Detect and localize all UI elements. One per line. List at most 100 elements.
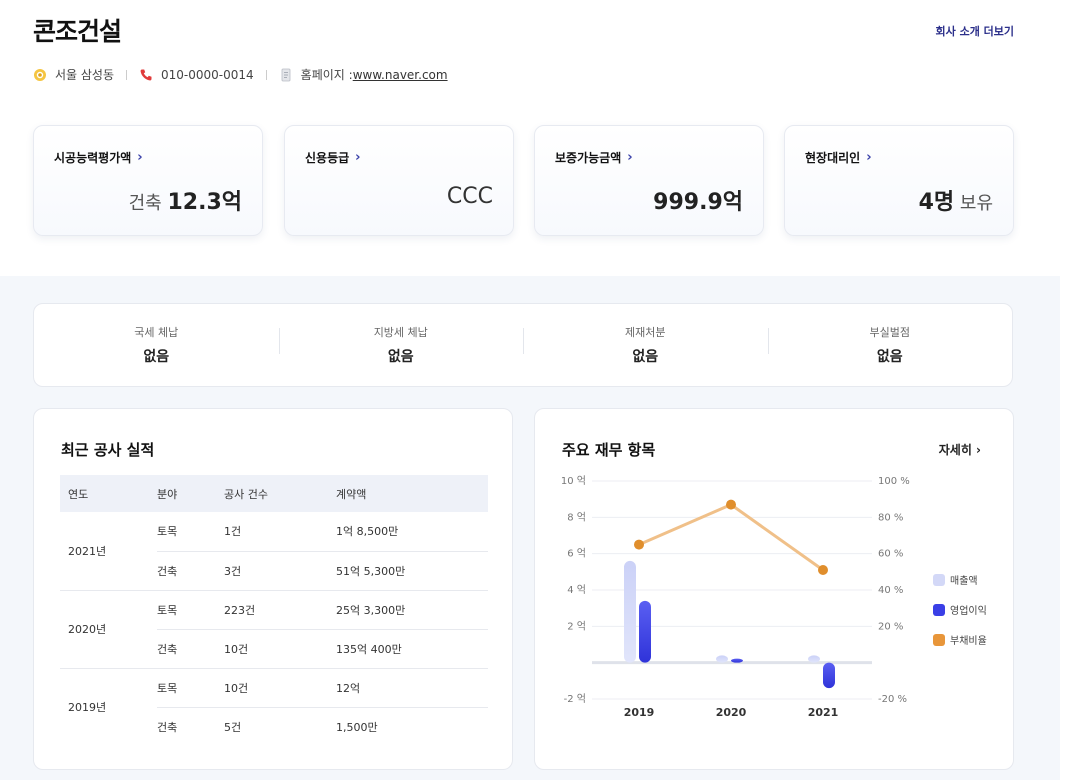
phone-item: 010-0000-0014 <box>139 68 254 82</box>
year-cell: 2019년 <box>68 701 107 715</box>
chevron-right-icon: › <box>137 150 143 165</box>
table-cell: 51억 5,300만 <box>336 551 488 591</box>
location-badge-icon <box>33 68 47 82</box>
column-header: 계약액 <box>336 475 488 512</box>
column-header: 공사 건수 <box>224 475 336 512</box>
legend-label: 영업이익 <box>950 606 987 617</box>
bar-매출액 <box>716 655 728 663</box>
card-credit-rating[interactable]: 신용등급 › CCC <box>284 125 514 236</box>
line-부채비율 <box>638 502 824 572</box>
status-local-tax: 지방세 체납 없음 <box>278 324 524 366</box>
card-value: 건축 12.3억 <box>128 190 242 215</box>
table-cell: 1,500만 <box>336 720 378 734</box>
homepage-label: 홈페이지 : <box>300 68 353 82</box>
year-cell: 2020년 <box>60 590 157 669</box>
status-national-tax: 국세 체납 없음 <box>134 326 179 365</box>
left-axis-tick-label: -2 억 <box>564 693 586 705</box>
table-cell: 1건 <box>224 512 336 552</box>
table-row: 2019년 토목 10건 12억 <box>60 668 488 714</box>
recent-records-panel: 최근 공사 실적 연도 분야 공사 건수 계약액 2021년 토목 1건 1억 … <box>33 408 513 770</box>
column-header: 연도 <box>60 475 157 512</box>
company-page: 콘조건설 회사 소개 더보기 서울 삼성동 010-0000-0014 홈페이지… <box>0 0 1079 780</box>
table-row: 2020년 토목 223건 25억 3,300만 <box>60 590 488 669</box>
card-value: CCC <box>446 184 493 209</box>
location-text: 서울 삼성동 <box>55 68 115 82</box>
card-title[interactable]: 신용등급 › <box>305 149 361 166</box>
homepage-item: 홈페이지 : www.naver.com <box>279 66 448 83</box>
company-name: 콘조건설 <box>33 17 122 46</box>
bar-영업이익 <box>823 662 835 689</box>
records-table: 연도 분야 공사 건수 계약액 2021년 토목 1건 1억 8,500만 건축… <box>60 475 488 746</box>
chevron-right-icon: › <box>355 150 361 165</box>
tax-status-box: 국세 체납 없음 지방세 체납 없음 제재처분 없음 부실벌점 없음 <box>33 303 1013 387</box>
legend-item: 부채비율 <box>933 632 987 647</box>
company-intro-more-link[interactable]: 회사 소개 더보기 <box>936 23 1015 39</box>
table-cell: 5건 <box>224 720 242 734</box>
financial-items-panel: 주요 재무 항목 자세히 › 10 억8 억6 억4 억2 억 -2 억 100 %… <box>534 408 1014 770</box>
table-cell: 25억 3,300만 <box>336 590 488 630</box>
card-title[interactable]: 보증가능금액 › <box>555 149 633 166</box>
right-axis-tick-label: 100 % <box>878 476 910 487</box>
card-construction-capability[interactable]: 시공능력평가액 › 건축 12.3억 <box>33 125 263 236</box>
legend-item: 매출액 <box>933 572 978 587</box>
company-info-row: 서울 삼성동 010-0000-0014 홈페이지 : www.naver.co… <box>33 66 448 83</box>
left-axis-tick-label: 8 억 <box>567 511 586 523</box>
line-point <box>818 565 828 576</box>
bar-매출액 <box>624 560 636 663</box>
line-point <box>726 499 736 510</box>
bar-매출액 <box>808 655 820 663</box>
table-cell: 10건 <box>224 668 336 708</box>
card-value: 999.9억 <box>653 190 743 215</box>
left-axis-tick-label: 6 억 <box>567 548 586 560</box>
table-cell: 토목 <box>157 668 224 708</box>
legend-swatch <box>933 603 945 616</box>
table-header-row: 연도 분야 공사 건수 계약액 <box>60 475 488 512</box>
right-axis-tick-label: 80 % <box>878 512 903 523</box>
chevron-right-icon: › <box>627 150 633 165</box>
table-cell: 3건 <box>224 551 336 591</box>
right-axis-tick-label: -20 % <box>878 694 907 705</box>
table-cell: 건축 <box>157 629 224 669</box>
table-row: 2021년 토목 1건 1억 8,500만 <box>60 512 488 591</box>
card-title[interactable]: 현장대리인 › <box>805 149 872 166</box>
phone-icon <box>139 68 153 82</box>
x-axis-tick-label: 2019 <box>624 706 655 719</box>
legend-swatch <box>933 573 945 586</box>
divider <box>126 69 128 80</box>
status-sanctions: 제재처분 없음 <box>523 324 768 366</box>
year-cell: 2021년 <box>60 512 157 591</box>
table-cell: 1억 8,500만 <box>336 512 488 552</box>
table-cell: 12억 <box>336 668 488 708</box>
divider <box>265 69 267 80</box>
legend-swatch <box>933 633 945 646</box>
right-axis-tick-label: 60 % <box>878 549 903 560</box>
column-header: 분야 <box>157 475 224 512</box>
homepage-link[interactable]: www.naver.com <box>353 68 448 82</box>
table-cell: 건축 <box>157 551 224 591</box>
legend-item: 영업이익 <box>933 602 987 617</box>
document-icon <box>279 68 293 82</box>
table-cell: 10건 <box>224 629 336 669</box>
legend-label: 부채비율 <box>950 636 987 647</box>
table-cell: 135억 400만 <box>336 629 488 669</box>
card-title[interactable]: 시공능력평가액 › <box>54 149 143 166</box>
right-axis-tick-label: 40 % <box>878 585 903 596</box>
table-cell: 토목 <box>157 590 224 630</box>
x-axis-tick-label: 2020 <box>716 706 747 719</box>
card-site-agents[interactable]: 현장대리인 › 4명 보유 <box>784 125 1014 236</box>
financial-chart: 10 억 8 억 6 억 4 억 2 억 -2 억 100 % 80 % 60 % 40 % 20 … <box>561 475 910 719</box>
panel-title: 최근 공사 실적 <box>61 441 155 459</box>
card-value: 4명 보유 <box>918 190 993 215</box>
card-guarantee-amount[interactable]: 보증가능금액 › 999.9억 <box>534 125 764 236</box>
bar-영업이익 <box>731 658 743 663</box>
bar-영업이익 <box>639 600 651 663</box>
left-axis-tick-label: 10 억 <box>561 475 586 487</box>
left-axis-tick-label: 2 억 <box>567 620 586 632</box>
x-axis-tick-label: 2021 <box>808 706 839 719</box>
chevron-right-icon: › <box>866 150 872 165</box>
line-point <box>634 539 644 550</box>
table-cell: 223건 <box>224 590 336 630</box>
table-cell: 토목 <box>157 512 224 552</box>
status-penalty-points: 부실벌점 없음 <box>767 324 1013 366</box>
left-axis-tick-label: 4 억 <box>567 584 586 596</box>
